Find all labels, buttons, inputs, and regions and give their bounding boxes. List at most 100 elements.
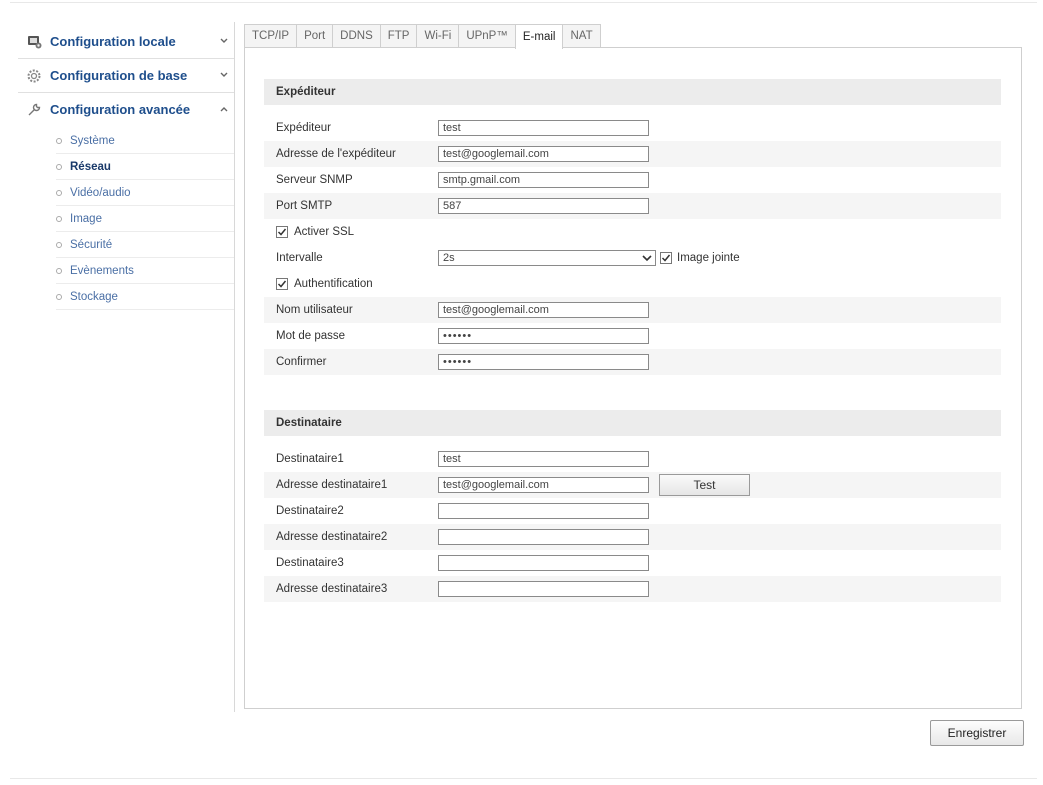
interval-value: 2s — [443, 252, 455, 264]
interval-select[interactable]: 2s — [438, 250, 656, 266]
interval-label: Intervalle — [276, 252, 323, 264]
sidebar-item-stockage[interactable]: Stockage — [56, 284, 234, 310]
recipient3-address-label: Adresse destinataire3 — [276, 583, 388, 595]
bullet-icon — [56, 189, 62, 196]
auth-checkbox[interactable] — [276, 278, 288, 290]
sidebar-item-reseau[interactable]: Réseau — [56, 154, 234, 180]
sidebar-item-evenements[interactable]: Evènements — [56, 258, 234, 284]
chevron-down-icon — [640, 251, 654, 265]
smtp-port-row: Port SMTP — [264, 193, 1001, 219]
recipient-section-title: Destinataire — [264, 410, 1001, 436]
sidebar-item-label: Evènements — [70, 264, 134, 277]
recipient1-input[interactable] — [438, 451, 649, 467]
bullet-icon — [56, 215, 62, 222]
tab-tcpip[interactable]: TCP/IP — [244, 24, 298, 47]
sidebar: Configuration locale Configuration de ba… — [18, 25, 234, 310]
attach-image-checkbox[interactable] — [660, 252, 672, 264]
checkmark-icon — [661, 254, 671, 262]
confirm-label: Confirmer — [276, 356, 327, 368]
sender-address-row: Adresse de l'expéditeur — [264, 141, 1001, 167]
top-border — [10, 2, 1037, 3]
recipient2-address-label: Adresse destinataire2 — [276, 531, 388, 543]
sidebar-item-label: Système — [70, 134, 115, 147]
username-row: Nom utilisateur — [264, 297, 1001, 323]
monitor-settings-icon — [26, 34, 42, 50]
recipient1-address-row: Adresse destinataire1 Test — [264, 472, 1001, 498]
confirm-row: Confirmer — [264, 349, 1001, 375]
menu-label: Configuration de base — [50, 68, 188, 83]
sidebar-item-label: Stockage — [70, 290, 118, 303]
sidebar-item-image[interactable]: Image — [56, 206, 234, 232]
ssl-row: Activer SSL — [264, 219, 1001, 245]
bottom-border — [10, 778, 1037, 779]
chevron-down-icon — [216, 36, 232, 47]
bullet-icon — [56, 163, 62, 170]
recipient2-input[interactable] — [438, 503, 649, 519]
menu-label: Configuration avancée — [50, 102, 191, 117]
gear-icon — [26, 68, 42, 84]
save-button[interactable]: Enregistrer — [930, 720, 1024, 746]
bullet-icon — [56, 293, 62, 300]
recipient3-row: Destinataire3 — [264, 550, 1001, 576]
bullet-icon — [56, 137, 62, 144]
menu-label: Configuration locale — [50, 34, 176, 49]
menu-configuration-de-base[interactable]: Configuration de base — [18, 59, 234, 93]
sidebar-item-label: Image — [70, 212, 102, 225]
recipient3-address-row: Adresse destinataire3 — [264, 576, 1001, 602]
sidebar-item-securite[interactable]: Sécurité — [56, 232, 234, 258]
recipient1-address-input[interactable] — [438, 477, 649, 493]
recipient2-address-row: Adresse destinataire2 — [264, 524, 1001, 550]
recipient1-label: Destinataire1 — [276, 453, 344, 465]
recipient1-address-label: Adresse destinataire1 — [276, 479, 388, 491]
recipient3-address-input[interactable] — [438, 581, 649, 597]
username-input[interactable] — [438, 302, 649, 318]
tab-bar: TCP/IP Port DDNS FTP Wi-Fi UPnP™ E-mail … — [244, 24, 601, 49]
confirm-input[interactable] — [438, 354, 649, 370]
tab-port[interactable]: Port — [296, 24, 334, 47]
sender-label: Expéditeur — [276, 122, 331, 134]
password-input[interactable] — [438, 328, 649, 344]
sender-address-label: Adresse de l'expéditeur — [276, 148, 396, 160]
recipient2-address-input[interactable] — [438, 529, 649, 545]
sidebar-divider — [234, 22, 235, 712]
tab-ddns[interactable]: DDNS — [332, 24, 381, 47]
password-row: Mot de passe — [264, 323, 1001, 349]
tab-upnp[interactable]: UPnP™ — [458, 24, 516, 47]
test-button[interactable]: Test — [659, 474, 750, 496]
auth-label: Authentification — [294, 278, 373, 290]
sidebar-item-label: Réseau — [70, 160, 111, 173]
bullet-icon — [56, 267, 62, 274]
recipient3-input[interactable] — [438, 555, 649, 571]
checkmark-icon — [277, 228, 287, 236]
sender-input[interactable] — [438, 120, 649, 136]
attach-image-label: Image jointe — [677, 252, 740, 264]
tab-ftp[interactable]: FTP — [379, 24, 418, 47]
advanced-submenu: Système Réseau Vidéo/audio Image Sécurit… — [18, 126, 234, 310]
sender-row: Expéditeur — [264, 115, 1001, 141]
recipient3-label: Destinataire3 — [276, 557, 344, 569]
sender-address-input[interactable] — [438, 146, 649, 162]
auth-row: Authentification — [264, 271, 1001, 297]
smtp-server-row: Serveur SNMP — [264, 167, 1001, 193]
checkmark-icon — [277, 280, 287, 288]
smtp-port-label: Port SMTP — [276, 200, 333, 212]
interval-row: Intervalle 2s Image jointe — [264, 245, 1001, 271]
menu-configuration-avancee[interactable]: Configuration avancée — [18, 93, 234, 126]
smtp-server-input[interactable] — [438, 172, 649, 188]
chevron-up-icon — [216, 104, 232, 115]
smtp-server-label: Serveur SNMP — [276, 174, 353, 186]
smtp-port-input[interactable] — [438, 198, 649, 214]
sender-section-title: Expéditeur — [264, 79, 1001, 105]
ssl-checkbox[interactable] — [276, 226, 288, 238]
menu-configuration-locale[interactable]: Configuration locale — [18, 25, 234, 59]
sidebar-item-systeme[interactable]: Système — [56, 128, 234, 154]
bullet-icon — [56, 241, 62, 248]
tab-wifi[interactable]: Wi-Fi — [416, 24, 460, 47]
sidebar-item-label: Sécurité — [70, 238, 113, 251]
chevron-down-icon — [216, 70, 232, 81]
tab-nat[interactable]: NAT — [562, 24, 601, 47]
password-label: Mot de passe — [276, 330, 346, 342]
tab-email[interactable]: E-mail — [514, 24, 564, 49]
wrench-icon — [26, 102, 42, 118]
sidebar-item-video-audio[interactable]: Vidéo/audio — [56, 180, 234, 206]
